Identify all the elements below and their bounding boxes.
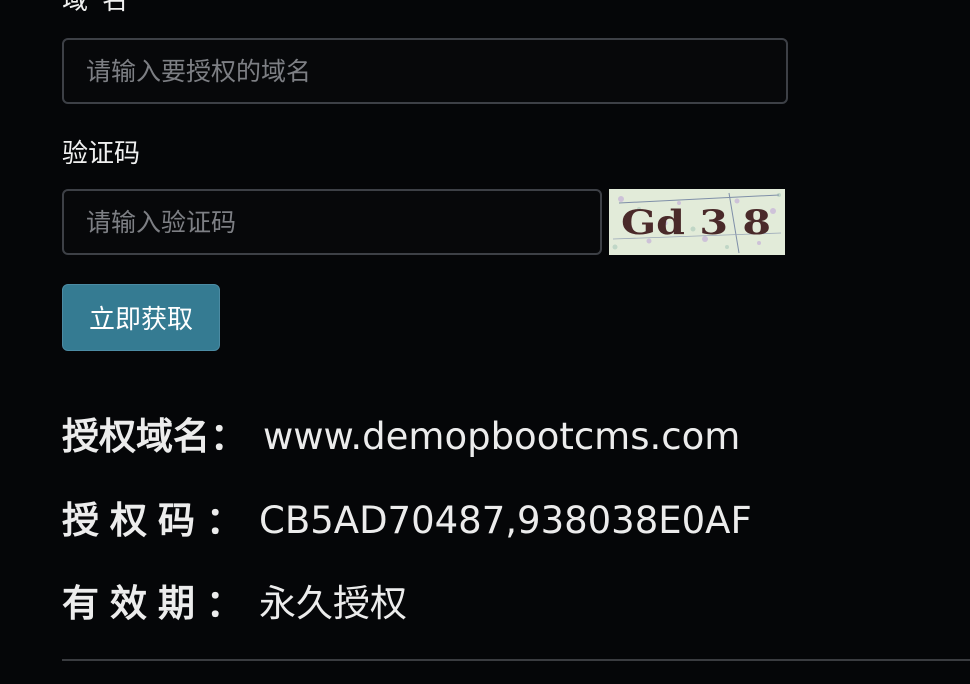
separator: ： [206, 499, 243, 542]
license-code-row: 授权码： CB5AD70487,938038E0AF [62, 502, 752, 539]
domain-label: 域名 [62, 0, 143, 16]
separator: ： [210, 415, 247, 458]
domain-input[interactable] [62, 38, 788, 104]
licensed-domain-value: www.demopbootcms.com [263, 415, 741, 458]
license-code-key: 授权码 [62, 499, 206, 542]
captcha-graphic: Gd 3 8 [609, 189, 785, 255]
divider [62, 659, 970, 661]
get-license-button[interactable]: 立即获取 [62, 284, 220, 351]
license-page: 域名 验证码 Gd 3 8 立即获取 授权域名：www.d [0, 0, 970, 684]
captcha-image[interactable]: Gd 3 8 [609, 189, 785, 255]
licensed-domain-key: 授权域名 [62, 415, 210, 458]
licensed-domain-row: 授权域名： www.demopbootcms.com [62, 418, 740, 455]
separator: ： [206, 582, 243, 625]
validity-key: 有效期 [62, 582, 206, 625]
captcha-text: Gd 3 8 [621, 203, 771, 243]
captcha-input[interactable] [62, 189, 602, 255]
license-code-value: CB5AD70487,938038E0AF [259, 499, 752, 542]
validity-row: 有效期： 永久授权 [62, 585, 407, 622]
validity-value: 永久授权 [259, 582, 407, 625]
captcha-label: 验证码 [62, 139, 141, 169]
